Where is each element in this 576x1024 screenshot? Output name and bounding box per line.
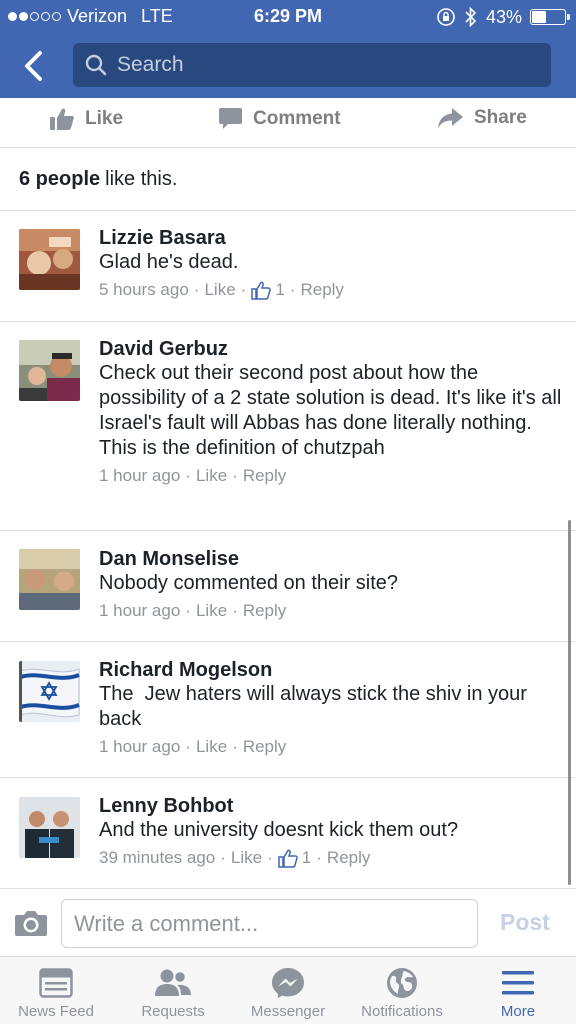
navigation-bar [0, 34, 576, 98]
comment-text: The Jew haters will always stick the shi… [99, 683, 533, 730]
comment-time: 39 minutes ago [99, 848, 216, 867]
comment-text: Nobody commented on their site? [99, 572, 399, 594]
rotation-lock-icon [437, 8, 455, 26]
globe-icon [387, 968, 417, 998]
avatar[interactable] [19, 340, 80, 401]
comment-meta: 1 hour ago · Like · Reply [99, 464, 562, 488]
comment-like-count[interactable]: 1 [278, 846, 311, 870]
commenter-name[interactable]: Richard Mogelson [99, 658, 562, 682]
status-bar: Verizon LTE 6:29 PM 43% [0, 0, 576, 34]
bottom-tab-bar: News Feed Requests Messenger Notificatio… [0, 956, 576, 1024]
tab-notifications[interactable]: Notifications [352, 957, 452, 1024]
comment-reply-link[interactable]: Reply [243, 599, 286, 623]
comment-input[interactable] [61, 899, 478, 948]
like-count-value: 1 [275, 280, 285, 299]
back-chevron-icon[interactable] [18, 48, 52, 84]
bluetooth-icon [465, 6, 477, 28]
likes-summary[interactable]: 6 people like this. [0, 149, 576, 211]
post-actions: Like Comment Share [0, 98, 576, 148]
search-bar[interactable] [73, 43, 551, 87]
tab-label: Requests [141, 1003, 205, 1020]
comment-item: Dan Monselise Nobody commented on their … [0, 531, 576, 642]
search-input[interactable] [117, 53, 537, 77]
menu-icon [502, 971, 534, 995]
tab-label: More [500, 1003, 536, 1020]
thumbs-up-outline-icon [278, 849, 298, 868]
tab-messenger[interactable]: Messenger [240, 957, 336, 1024]
comment-time: 1 hour ago [99, 737, 181, 756]
comment-time: 1 hour ago [99, 601, 181, 620]
likes-count: 6 people [19, 168, 101, 190]
share-label: Share [474, 107, 527, 128]
comment-composer: Post [0, 888, 576, 956]
share-arrow-icon [438, 108, 463, 128]
comment-like-link[interactable]: Like [196, 599, 227, 623]
news-feed-icon [39, 968, 73, 998]
comment-reply-link[interactable]: Reply [243, 735, 286, 759]
comment-label: Comment [253, 108, 341, 129]
commenter-name[interactable]: Lizzie Basara [99, 226, 562, 250]
comment-like-link[interactable]: Like [196, 464, 227, 488]
comment-body: Lizzie Basara Glad he's dead. 5 hours ag… [99, 226, 562, 302]
status-right: 43% [436, 6, 570, 28]
comment-item: Richard Mogelson The Jew haters will alw… [0, 642, 576, 778]
like-label: Like [85, 108, 124, 129]
comment-text: Glad he's dead. [99, 251, 239, 273]
tab-news-feed[interactable]: News Feed [10, 957, 102, 1024]
post-button[interactable]: Post [500, 909, 550, 936]
battery-icon [530, 9, 570, 25]
friend-requests-icon [155, 969, 191, 996]
tab-label: News Feed [18, 1003, 94, 1020]
comment-button[interactable]: Comment [218, 107, 341, 131]
comment-text: Check out their second post about how th… [99, 362, 562, 459]
comment-bubble-icon [219, 108, 242, 129]
thumbs-up-outline-icon [251, 281, 272, 300]
comment-body: Lenny Bohbot And the university doesnt k… [99, 794, 562, 870]
comment-body: Dan Monselise Nobody commented on their … [99, 547, 562, 623]
commenter-name[interactable]: Dan Monselise [99, 547, 562, 571]
comment-meta: 39 minutes ago · Like · 1 · Reply [99, 846, 562, 870]
commenter-name[interactable]: David Gerbuz [99, 337, 562, 361]
like-count-value: 1 [301, 848, 312, 867]
comment-like-link[interactable]: Like [231, 846, 262, 870]
scrollbar[interactable] [568, 520, 571, 885]
like-button[interactable]: Like [49, 107, 123, 131]
comment-reply-link[interactable]: Reply [300, 278, 343, 302]
comment-time: 5 hours ago [99, 280, 189, 299]
comment-item: David Gerbuz Check out their second post… [0, 322, 576, 531]
avatar[interactable] [19, 797, 80, 858]
comment-reply-link[interactable]: Reply [327, 846, 370, 870]
comment-reply-link[interactable]: Reply [243, 464, 286, 488]
tab-requests[interactable]: Requests [128, 957, 218, 1024]
avatar[interactable] [19, 549, 80, 610]
comment-body: David Gerbuz Check out their second post… [99, 337, 562, 488]
comment-text: And the university doesnt kick them out? [99, 819, 459, 841]
battery-percent: 43% [485, 6, 522, 27]
camera-icon[interactable] [14, 909, 48, 937]
thumbs-up-icon [50, 108, 74, 130]
share-button[interactable]: Share [437, 107, 527, 129]
likes-suffix: like this. [105, 168, 178, 190]
tab-label: Notifications [361, 1003, 443, 1020]
tab-more[interactable]: More [478, 957, 558, 1024]
tab-label: Messenger [250, 1003, 326, 1020]
comment-meta: 1 hour ago · Like · Reply [99, 599, 562, 623]
comment-like-count[interactable]: 1 [251, 278, 285, 302]
avatar[interactable] [19, 661, 80, 722]
comment-like-link[interactable]: Like [196, 735, 227, 759]
comment-meta: 1 hour ago · Like · Reply [99, 735, 562, 759]
comment-meta: 5 hours ago · Like · 1 · Reply [99, 278, 562, 302]
comment-like-link[interactable]: Like [204, 278, 235, 302]
comment-item: Lizzie Basara Glad he's dead. 5 hours ag… [0, 212, 576, 322]
comment-item: Lenny Bohbot And the university doesnt k… [0, 778, 576, 888]
search-icon [85, 54, 107, 76]
comment-body: Richard Mogelson The Jew haters will alw… [99, 658, 562, 759]
avatar[interactable] [19, 229, 80, 290]
messenger-icon [272, 968, 304, 998]
commenter-name[interactable]: Lenny Bohbot [99, 794, 562, 818]
comment-time: 1 hour ago [99, 466, 181, 485]
